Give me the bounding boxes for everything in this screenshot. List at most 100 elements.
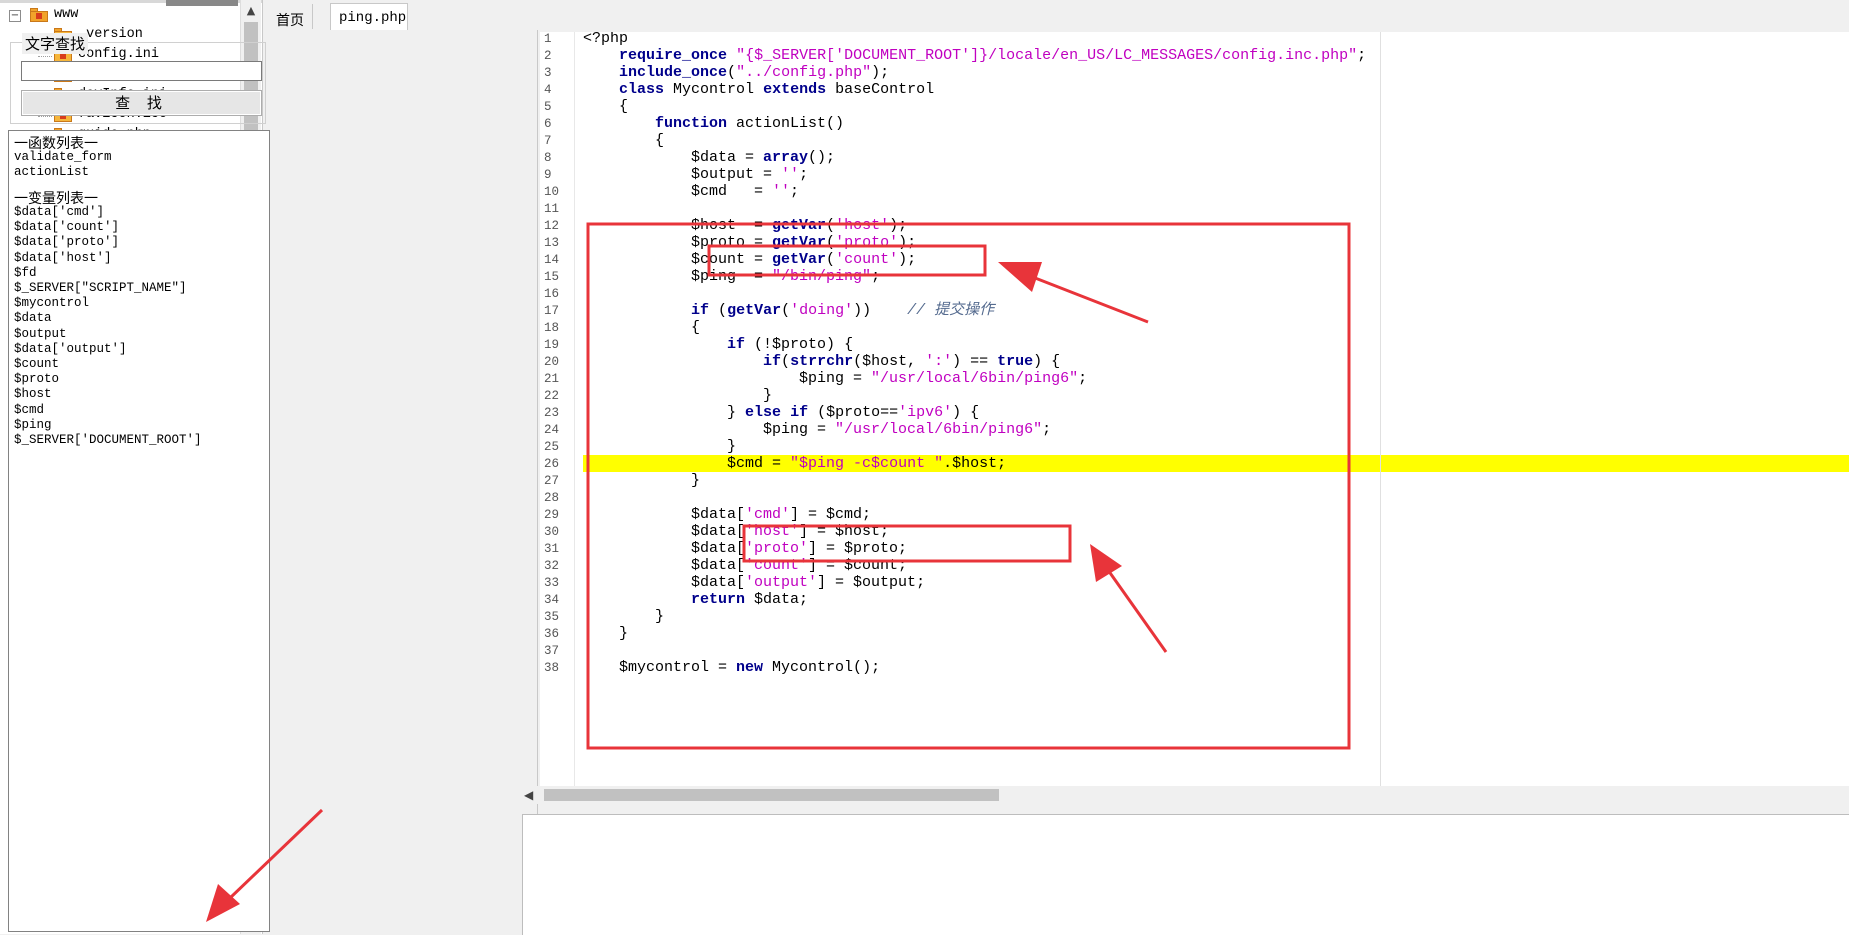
line-number: 11 bbox=[544, 202, 560, 216]
code-line[interactable]: include_once("../config.php"); bbox=[583, 64, 1849, 81]
line-number: 37 bbox=[544, 644, 560, 658]
find-button[interactable]: 查 找 bbox=[21, 90, 262, 116]
code-line[interactable]: if (!$proto) { bbox=[583, 336, 1849, 353]
code-line[interactable]: $cmd = ''; bbox=[583, 183, 1849, 200]
symbol-panel bbox=[264, 0, 538, 934]
line-number: 6 bbox=[544, 117, 552, 131]
code-line[interactable]: <?php bbox=[583, 32, 1849, 47]
line-number: 9 bbox=[544, 168, 552, 182]
code-line[interactable]: $data['count'] = $count; bbox=[583, 557, 1849, 574]
line-number: 15 bbox=[544, 270, 560, 284]
code-line[interactable] bbox=[583, 285, 1849, 302]
search-title: 文字查找 bbox=[22, 33, 89, 54]
code-line[interactable]: { bbox=[583, 132, 1849, 149]
code-line[interactable]: $ping = "/usr/local/6bin/ping6"; bbox=[583, 421, 1849, 438]
collapse-icon[interactable]: − bbox=[9, 10, 21, 22]
code-line[interactable]: $data['output'] = $output; bbox=[583, 574, 1849, 591]
variable-item[interactable]: $data['proto'] bbox=[14, 235, 119, 250]
code-line-highlighted[interactable]: $cmd = "$ping -c$count ".$host; bbox=[583, 455, 1849, 472]
code-line[interactable]: } bbox=[583, 472, 1849, 489]
variable-item[interactable]: $host bbox=[14, 387, 52, 402]
tab-bar bbox=[268, 0, 1849, 30]
code-line[interactable]: class Mycontrol extends baseControl bbox=[583, 81, 1849, 98]
horizontal-scrollbar[interactable]: ◀ bbox=[520, 786, 1849, 804]
line-number: 35 bbox=[544, 610, 560, 624]
code-area[interactable]: <?php require_once "{$_SERVER['DOCUMENT_… bbox=[576, 32, 1849, 800]
tab-home[interactable]: 首页 bbox=[268, 4, 313, 29]
line-number: 14 bbox=[544, 253, 560, 267]
edge-guide-line bbox=[1380, 32, 1381, 800]
line-number: 31 bbox=[544, 542, 560, 556]
code-line[interactable]: $data['cmd'] = $cmd; bbox=[583, 506, 1849, 523]
code-line[interactable]: { bbox=[583, 319, 1849, 336]
symbol-list[interactable]: 一函数列表一 validate_form actionList 一变量列表一 $data… bbox=[8, 130, 270, 932]
code-line[interactable]: require_once "{$_SERVER['DOCUMENT_ROOT']… bbox=[583, 47, 1849, 64]
variable-item[interactable]: $data['host'] bbox=[14, 251, 112, 266]
code-line[interactable]: $data['host'] = $host; bbox=[583, 523, 1849, 540]
code-line[interactable]: { bbox=[583, 98, 1849, 115]
hscroll-thumb[interactable] bbox=[544, 789, 999, 801]
code-line[interactable]: $ping = "/bin/ping"; bbox=[583, 268, 1849, 285]
code-line[interactable]: function actionList() bbox=[583, 115, 1849, 132]
variable-item[interactable]: $output bbox=[14, 327, 67, 342]
tab-ping-php[interactable]: ping.php bbox=[330, 3, 408, 30]
line-number: 2 bbox=[544, 49, 552, 63]
code-line[interactable]: if(strrchr($host, ':') == true) { bbox=[583, 353, 1849, 370]
variable-item[interactable]: $fd bbox=[14, 266, 37, 281]
variable-item[interactable]: $data['cmd'] bbox=[14, 205, 104, 220]
code-line[interactable]: $host = getVar('host'); bbox=[583, 217, 1849, 234]
code-line[interactable] bbox=[583, 200, 1849, 217]
code-line[interactable]: $count = getVar('count'); bbox=[583, 251, 1849, 268]
code-line[interactable]: $data['proto'] = $proto; bbox=[583, 540, 1849, 557]
variable-item[interactable]: $data bbox=[14, 311, 52, 326]
line-number: 18 bbox=[544, 321, 560, 335]
line-number: 12 bbox=[544, 219, 560, 233]
line-number: 32 bbox=[544, 559, 560, 573]
line-number: 33 bbox=[544, 576, 560, 590]
line-number: 13 bbox=[544, 236, 560, 250]
code-line[interactable]: } bbox=[583, 608, 1849, 625]
code-line[interactable]: $data = array(); bbox=[583, 149, 1849, 166]
code-line[interactable]: } bbox=[583, 438, 1849, 455]
line-number: 10 bbox=[544, 185, 560, 199]
output-panel[interactable] bbox=[522, 814, 1849, 935]
variable-item[interactable]: $mycontrol bbox=[14, 296, 89, 311]
code-line[interactable]: $mycontrol = new Mycontrol(); bbox=[583, 659, 1849, 676]
code-line[interactable]: return $data; bbox=[583, 591, 1849, 608]
line-number: 16 bbox=[544, 287, 560, 301]
scroll-up-icon[interactable]: ▲ bbox=[241, 2, 261, 20]
line-number: 20 bbox=[544, 355, 560, 369]
search-input[interactable] bbox=[21, 61, 262, 81]
variable-item[interactable]: $proto bbox=[14, 372, 59, 387]
variable-item[interactable]: $data['count'] bbox=[14, 220, 119, 235]
code-line[interactable]: } bbox=[583, 625, 1849, 642]
line-number: 22 bbox=[544, 389, 560, 403]
code-line[interactable]: $ping = "/usr/local/6bin/ping6"; bbox=[583, 370, 1849, 387]
function-item[interactable]: validate_form bbox=[14, 150, 112, 165]
scroll-left-icon[interactable]: ◀ bbox=[524, 786, 533, 804]
line-number: 27 bbox=[544, 474, 560, 488]
code-line[interactable] bbox=[583, 642, 1849, 659]
variable-item[interactable]: $count bbox=[14, 357, 59, 372]
tree-item-label: www bbox=[54, 7, 79, 22]
line-number: 29 bbox=[544, 508, 560, 522]
code-line[interactable]: $proto = getVar('proto'); bbox=[583, 234, 1849, 251]
code-line[interactable]: if (getVar('doing')) // 提交操作 bbox=[583, 302, 1849, 319]
code-line[interactable]: } bbox=[583, 387, 1849, 404]
variable-item[interactable]: $ping bbox=[14, 418, 52, 433]
line-number: 28 bbox=[544, 491, 560, 505]
code-line[interactable]: $output = ''; bbox=[583, 166, 1849, 183]
code-line[interactable] bbox=[583, 489, 1849, 506]
variable-item[interactable]: $cmd bbox=[14, 403, 44, 418]
line-number: 3 bbox=[544, 66, 552, 80]
code-line[interactable]: } else if ($proto=='ipv6') { bbox=[583, 404, 1849, 421]
function-item[interactable]: actionList bbox=[14, 165, 89, 180]
variable-item[interactable]: $_SERVER["SCRIPT_NAME"] bbox=[14, 281, 187, 296]
tree-folder[interactable]: − www bbox=[0, 6, 240, 26]
line-number: 8 bbox=[544, 151, 552, 165]
line-number: 34 bbox=[544, 593, 560, 607]
code-editor[interactable]: 1 2 3 4 5 6 7 8 9 10 11 12 13 14 15 16 17 18 19 20 21 22 23 24 2… bbox=[540, 32, 1849, 800]
variable-item[interactable]: $data['output'] bbox=[14, 342, 127, 357]
variable-item[interactable]: $_SERVER['DOCUMENT_ROOT'] bbox=[14, 433, 202, 448]
line-number: 25 bbox=[544, 440, 560, 454]
